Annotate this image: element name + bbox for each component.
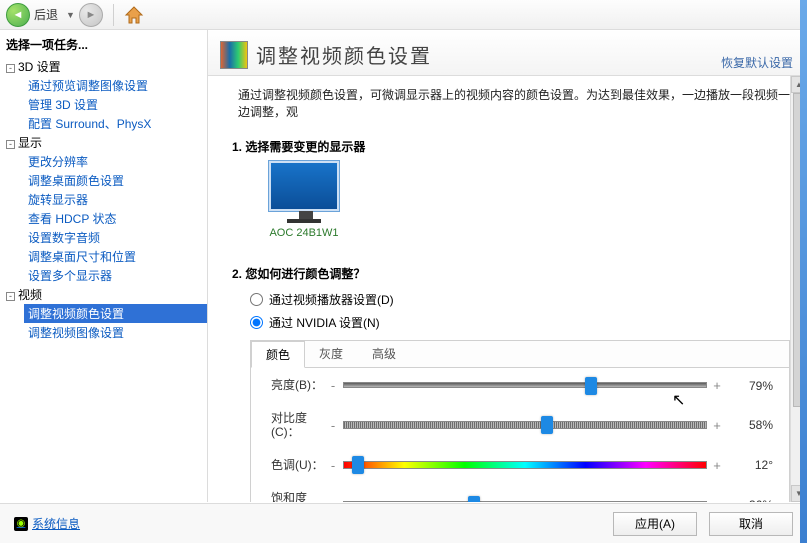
tree-toggle[interactable]: - <box>6 64 15 73</box>
slider-value: 36% <box>729 498 773 502</box>
tree-item[interactable]: 通过预览调整图像设置 <box>24 76 207 95</box>
slider-track[interactable] <box>343 461 707 469</box>
slider-plus: + <box>711 458 723 473</box>
toolbar-separator <box>113 4 114 26</box>
restore-defaults-link[interactable]: 恢复默认设置 <box>721 54 793 71</box>
sysinfo-icon: ◉ <box>14 517 28 531</box>
slider-thumb[interactable] <box>352 456 364 474</box>
nav-back-dropdown[interactable]: ▼ <box>66 10 75 20</box>
tree-item[interactable]: 查看 HDCP 状态 <box>24 209 207 228</box>
tree-item[interactable]: 设置数字音频 <box>24 228 207 247</box>
title-icon <box>220 41 248 69</box>
slider-track[interactable] <box>343 382 707 390</box>
slider-thumb[interactable] <box>541 416 553 434</box>
slider-value: 79% <box>729 379 773 393</box>
slider-value: 58% <box>729 418 773 432</box>
radio-player-input[interactable] <box>250 293 263 306</box>
title-bar: 调整视频颜色设置 恢复默认设置 <box>208 30 807 76</box>
slider-label: 亮度(B)： <box>271 378 327 392</box>
slider-plus: + <box>711 378 723 393</box>
home-icon[interactable] <box>124 6 144 24</box>
slider-minus: - <box>327 498 339 502</box>
slider-plus: + <box>711 418 723 433</box>
tree-item[interactable]: 旋转显示器 <box>24 190 207 209</box>
nav-forward-button: ► <box>79 3 103 27</box>
content-pane: 调整视频颜色设置 恢复默认设置 通过调整视频颜色设置，可微调显示器上的视频内容的… <box>208 30 807 502</box>
slider-thumb[interactable] <box>468 496 480 502</box>
slider-minus: - <box>327 378 339 393</box>
monitor-icon <box>269 161 339 211</box>
slider-plus: + <box>711 498 723 502</box>
tree-item[interactable]: 调整桌面颜色设置 <box>24 171 207 190</box>
tree-category[interactable]: 视频 <box>18 288 42 302</box>
tree-category[interactable]: 3D 设置 <box>18 60 61 74</box>
radio-nvidia-label: 通过 NVIDIA 设置(N) <box>269 314 380 331</box>
slider-track[interactable] <box>343 501 707 502</box>
slider-row: 色调(U)：- +12° <box>271 458 773 473</box>
slider-minus: - <box>327 418 339 433</box>
radio-nvidia-input[interactable] <box>250 316 263 329</box>
tab-高级[interactable]: 高级 <box>358 341 411 367</box>
radio-player-label: 通过视频播放器设置(D) <box>269 291 394 308</box>
cancel-button[interactable]: 取消 <box>709 512 793 536</box>
tree-item[interactable]: 调整视频颜色设置 <box>24 304 207 323</box>
slider-label: 饱和度(S)： <box>271 491 327 502</box>
slider-value: 12° <box>729 458 773 472</box>
nav-back-button[interactable]: ◄ <box>6 3 30 27</box>
slider-row: 饱和度(S)：- +36% <box>271 491 773 502</box>
slider-minus: - <box>327 458 339 473</box>
tree-item[interactable]: 管理 3D 设置 <box>24 95 207 114</box>
nav-back-label: 后退 <box>34 6 58 23</box>
tab-颜色[interactable]: 颜色 <box>251 341 305 368</box>
tree-toggle[interactable]: - <box>6 292 15 301</box>
tree-toggle[interactable]: - <box>6 140 15 149</box>
slider-thumb[interactable] <box>585 377 597 395</box>
section-2-title: 2. 您如何进行颜色调整？ <box>208 257 807 288</box>
slider-track[interactable] <box>343 421 707 429</box>
window-right-edge <box>800 0 807 543</box>
system-info-link[interactable]: ◉ 系统信息 <box>14 515 80 532</box>
top-nav-bar: ◄ 后退 ▼ ► <box>0 0 807 30</box>
tree-item[interactable]: 配置 Surround、PhysX <box>24 114 207 133</box>
slider-label: 对比度(C)： <box>271 411 327 440</box>
tab-strip: 颜色灰度高级 <box>251 341 789 368</box>
description-text: 通过调整视频颜色设置，可微调显示器上的视频内容的颜色设置。为达到最佳效果，一边播… <box>208 76 807 130</box>
tree-item[interactable]: 更改分辨率 <box>24 152 207 171</box>
sidebar: 选择一项任务... -3D 设置通过预览调整图像设置管理 3D 设置配置 Sur… <box>0 30 208 502</box>
radio-player-settings[interactable]: 通过视频播放器设置(D) <box>208 288 807 311</box>
color-tabs-panel: 颜色灰度高级 亮度(B)：-+79%对比度(C)：-+58%色调(U)：-+12… <box>250 340 790 502</box>
tab-灰度[interactable]: 灰度 <box>305 341 358 367</box>
sidebar-header: 选择一项任务... <box>2 34 207 57</box>
slider-label: 色调(U)： <box>271 458 327 472</box>
monitor-label: AOC 24B1W1 <box>254 227 354 239</box>
section-1-title: 1. 选择需要变更的显示器 <box>208 130 807 161</box>
footer-bar: ◉ 系统信息 应用(A) 取消 <box>0 503 807 543</box>
slider-row: 对比度(C)：- +58% <box>271 411 773 440</box>
sysinfo-label: 系统信息 <box>32 515 80 532</box>
tree-item[interactable]: 调整桌面尺寸和位置 <box>24 247 207 266</box>
radio-nvidia-settings[interactable]: 通过 NVIDIA 设置(N) <box>208 311 807 334</box>
tree-category[interactable]: 显示 <box>18 136 42 150</box>
slider-row: 亮度(B)：- +79% <box>271 378 773 393</box>
tree-item[interactable]: 调整视频图像设置 <box>24 323 207 342</box>
monitor-select[interactable]: AOC 24B1W1 <box>254 161 354 239</box>
tree-item[interactable]: 设置多个显示器 <box>24 266 207 285</box>
page-title: 调整视频颜色设置 <box>256 40 432 69</box>
apply-button[interactable]: 应用(A) <box>613 512 697 536</box>
